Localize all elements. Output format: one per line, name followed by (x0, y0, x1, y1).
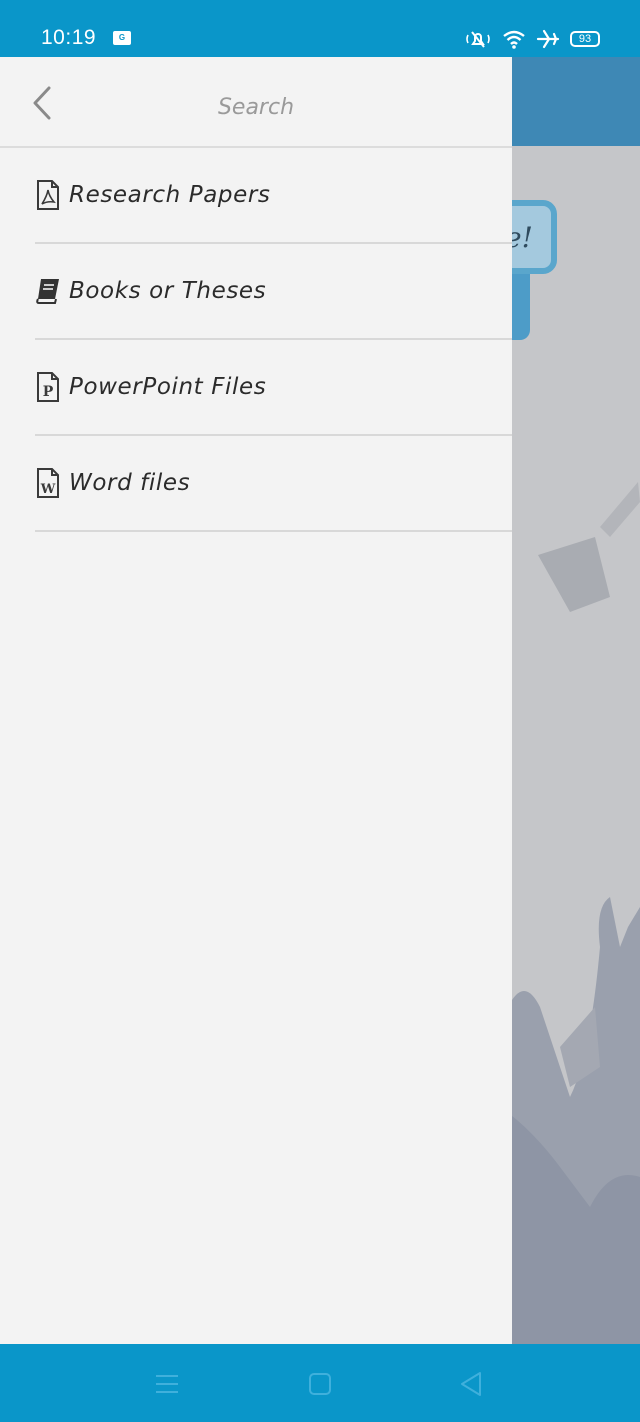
menu-item-powerpoint-files[interactable]: P PowerPoint Files (35, 340, 512, 436)
mute-icon (464, 29, 492, 49)
drawer-title: Search (217, 95, 295, 120)
drawer-menu: Research Papers Books or Theses P PowerP… (0, 148, 512, 532)
menu-item-label: Word files (69, 470, 191, 496)
battery-icon: 93 (570, 31, 600, 47)
status-time: 10:19 (41, 26, 97, 49)
svg-text:P: P (43, 384, 54, 400)
menu-icon[interactable] (152, 1370, 182, 1398)
menu-item-books-or-theses[interactable]: Books or Theses (35, 244, 512, 340)
home-icon[interactable] (305, 1370, 335, 1398)
book-icon (35, 276, 61, 306)
graduates-silhouette-image (500, 482, 640, 1344)
drawer-header: Search (0, 57, 512, 148)
airplane-icon (536, 29, 560, 49)
wifi-icon (502, 29, 526, 49)
menu-item-label: Research Papers (69, 182, 271, 208)
word-file-icon: W (35, 468, 61, 498)
menu-item-word-files[interactable]: W Word files (35, 436, 512, 532)
pdf-file-icon (35, 180, 61, 210)
status-bar: 10:19 G 93 (0, 0, 640, 57)
menu-item-label: PowerPoint Files (69, 374, 267, 400)
system-navigation-bar (0, 1344, 640, 1422)
svg-text:W: W (40, 482, 56, 497)
powerpoint-file-icon: P (35, 372, 61, 402)
menu-item-research-papers[interactable]: Research Papers (35, 148, 512, 244)
status-icons: 93 (464, 27, 600, 51)
back-icon[interactable] (456, 1370, 486, 1398)
sim-icon: G (113, 31, 131, 45)
navigation-drawer: Search Research Papers Books or Theses P… (0, 57, 512, 1344)
menu-item-label: Books or Theses (69, 278, 267, 304)
